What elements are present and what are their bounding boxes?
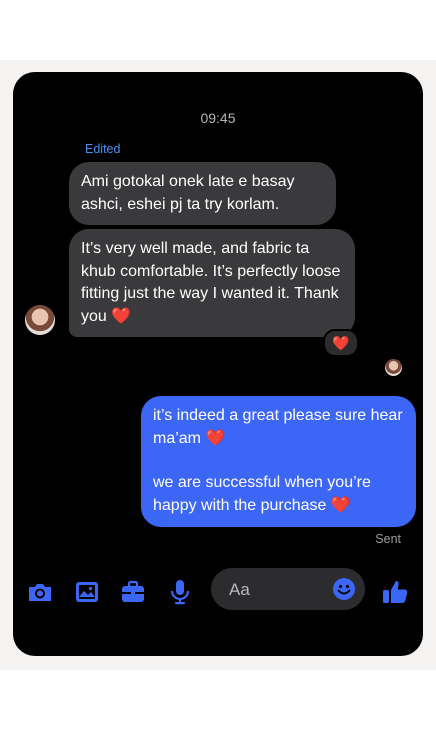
incoming-message[interactable]: It’s very well made, and fabric ta khub … — [69, 229, 355, 337]
briefcase-icon[interactable] — [119, 578, 147, 606]
thumbs-up-icon[interactable] — [381, 578, 409, 606]
microphone-icon[interactable] — [166, 578, 194, 606]
heart-emoji: ❤️ — [111, 307, 132, 325]
message-status: Sent — [375, 532, 401, 546]
message-text: it’s indeed a great please sure hear ma’… — [153, 407, 403, 447]
heart-reaction[interactable]: ❤️ — [323, 329, 359, 357]
message-text: Ami gotokal onek late e basay ashci, esh… — [81, 173, 295, 213]
message-text-line: it’s indeed a great please sure hear ma’… — [153, 405, 404, 450]
outgoing-message[interactable]: it’s indeed a great please sure hear ma’… — [141, 396, 416, 527]
emoji-icon[interactable] — [332, 577, 356, 601]
timestamp: 09:45 — [200, 110, 236, 126]
edited-label: Edited — [85, 142, 121, 156]
heart-emoji: ❤️ — [330, 496, 351, 514]
message-input[interactable] — [227, 568, 331, 612]
camera-icon[interactable] — [26, 578, 54, 606]
message-composer — [211, 568, 365, 612]
incoming-message[interactable]: Ami gotokal onek late e basay ashci, esh… — [69, 162, 336, 225]
read-receipt-avatar — [385, 359, 402, 376]
chat-screen: 09:45 Edited Ami gotokal onek late e bas… — [13, 72, 423, 656]
heart-emoji: ❤️ — [205, 429, 226, 447]
message-text-line: we are successful when you’re happy with… — [153, 472, 404, 517]
sender-avatar[interactable] — [25, 305, 55, 335]
photo-icon[interactable] — [73, 578, 101, 606]
